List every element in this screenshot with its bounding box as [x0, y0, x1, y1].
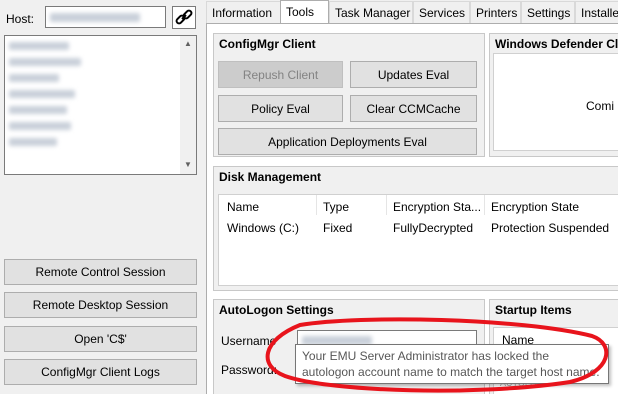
red-highlight-ellipse	[265, 317, 609, 393]
